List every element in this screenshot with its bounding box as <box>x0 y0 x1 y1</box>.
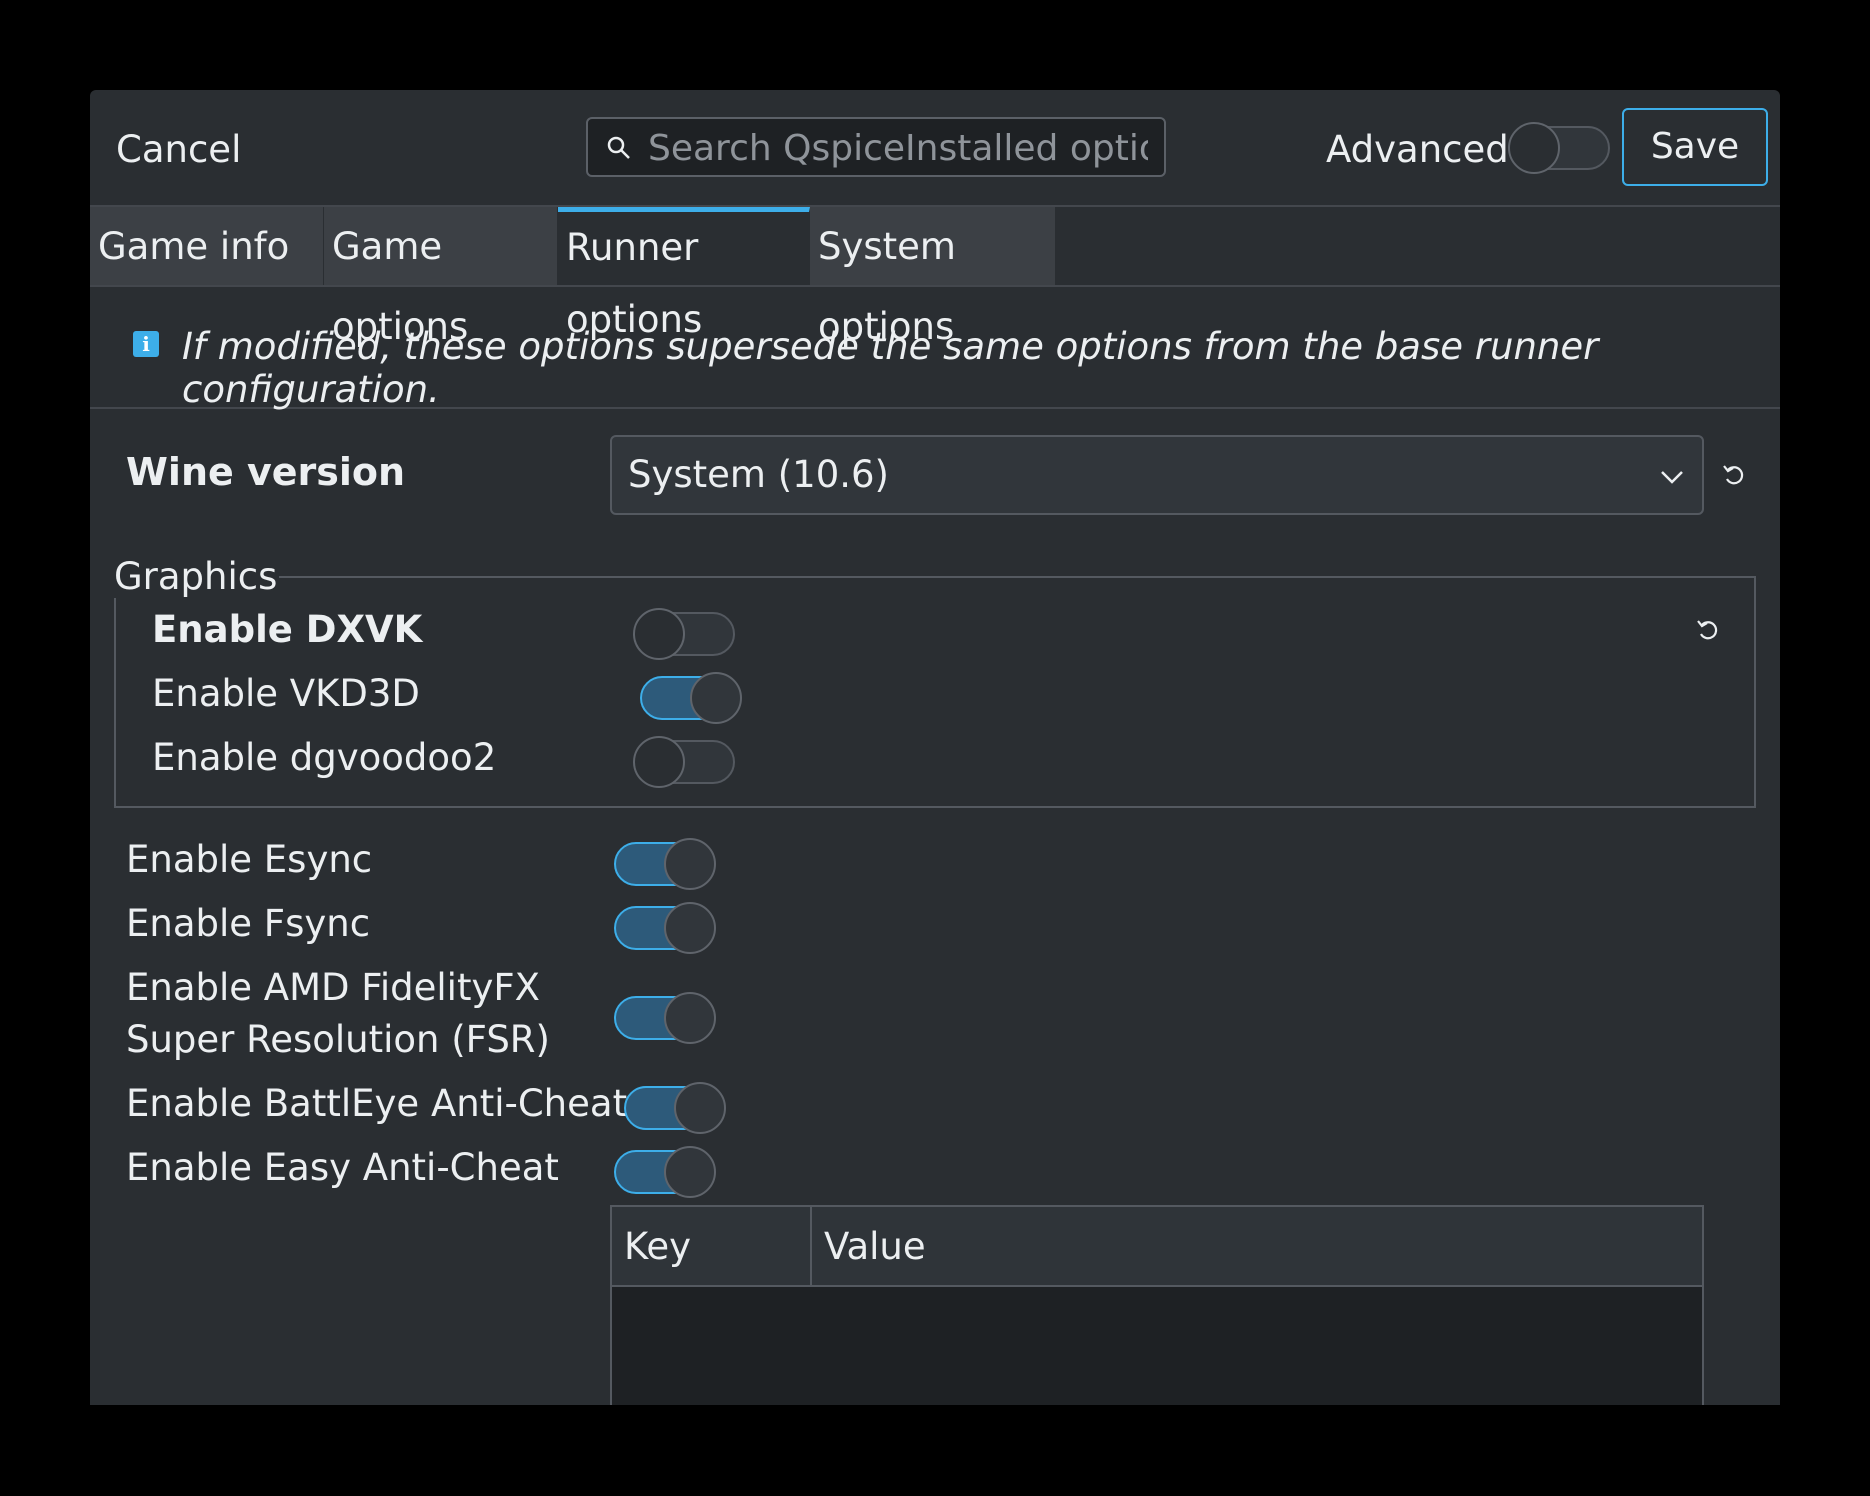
vkd3d-label: Enable VKD3D <box>152 672 420 715</box>
dgvoodoo2-label: Enable dgvoodoo2 <box>152 736 497 779</box>
wine-version-value: System (10.6) <box>628 453 889 496</box>
fsync-label: Enable Fsync <box>126 902 371 945</box>
easy-anticheat-label: Enable Easy Anti-Cheat <box>126 1146 559 1189</box>
info-text: If modified, these options supersede the… <box>182 325 1599 411</box>
tab-game-info[interactable]: Game info <box>90 207 324 285</box>
table-header: Key Value <box>612 1207 1702 1287</box>
info-icon: i <box>133 331 159 357</box>
toggle-knob <box>633 736 685 788</box>
toggle-knob <box>690 672 742 724</box>
dxvk-label: Enable DXVK <box>152 608 423 651</box>
esync-label: Enable Esync <box>126 838 373 881</box>
toggle-knob <box>664 1146 716 1198</box>
save-button[interactable]: Save <box>1622 108 1768 186</box>
dgvoodoo2-toggle[interactable] <box>633 736 735 788</box>
toggle-knob <box>1508 122 1560 174</box>
wine-version-label: Wine version <box>126 450 406 494</box>
fsr-label-line1: Enable AMD FidelityFX <box>126 966 540 1009</box>
toggle-knob <box>664 838 716 890</box>
tab-runner-options[interactable]: Runner options <box>558 207 810 341</box>
game-config-window: Cancel Advanced Save Game info Game opti… <box>90 90 1780 1405</box>
tab-game-options[interactable]: Game options <box>324 207 558 348</box>
reset-wine-version-icon[interactable] <box>1720 461 1748 489</box>
search-box[interactable] <box>586 117 1166 177</box>
toggle-knob <box>674 1082 726 1134</box>
esync-toggle[interactable] <box>614 838 716 890</box>
wine-version-select[interactable]: System (10.6) <box>610 435 1704 515</box>
chevron-down-icon <box>1661 471 1683 484</box>
reset-dxvk-icon[interactable] <box>1694 616 1722 644</box>
cancel-button[interactable]: Cancel <box>116 128 241 171</box>
info-banner: i If modified, these options supersede t… <box>90 287 1780 411</box>
tab-bar: Game info Game options Runner options Sy… <box>90 207 1780 348</box>
advanced-label: Advanced <box>1326 128 1509 171</box>
easy-anticheat-toggle[interactable] <box>614 1146 716 1198</box>
column-divider[interactable] <box>810 1207 812 1285</box>
key-column-header[interactable]: Key <box>624 1225 691 1268</box>
toggle-knob <box>664 992 716 1044</box>
search-icon <box>607 136 630 159</box>
battleye-toggle[interactable] <box>624 1082 726 1134</box>
graphics-group-title: Graphics <box>114 555 280 598</box>
dxvk-toggle[interactable] <box>633 608 735 660</box>
fsync-toggle[interactable] <box>614 902 716 954</box>
toggle-knob <box>664 902 716 954</box>
vkd3d-toggle[interactable] <box>640 672 742 724</box>
advanced-toggle[interactable] <box>1508 122 1610 174</box>
header-bar: Cancel Advanced Save <box>90 90 1780 207</box>
toggle-knob <box>633 608 685 660</box>
search-input[interactable] <box>646 123 1150 173</box>
battleye-label: Enable BattlEye Anti-Cheat <box>126 1082 628 1125</box>
fsr-toggle[interactable] <box>614 992 716 1044</box>
tab-system-options[interactable]: System options <box>810 207 1056 348</box>
value-column-header[interactable]: Value <box>824 1225 926 1268</box>
fsr-label-line2: Super Resolution (FSR) <box>126 1018 550 1061</box>
env-vars-table[interactable]: Key Value <box>610 1205 1704 1405</box>
